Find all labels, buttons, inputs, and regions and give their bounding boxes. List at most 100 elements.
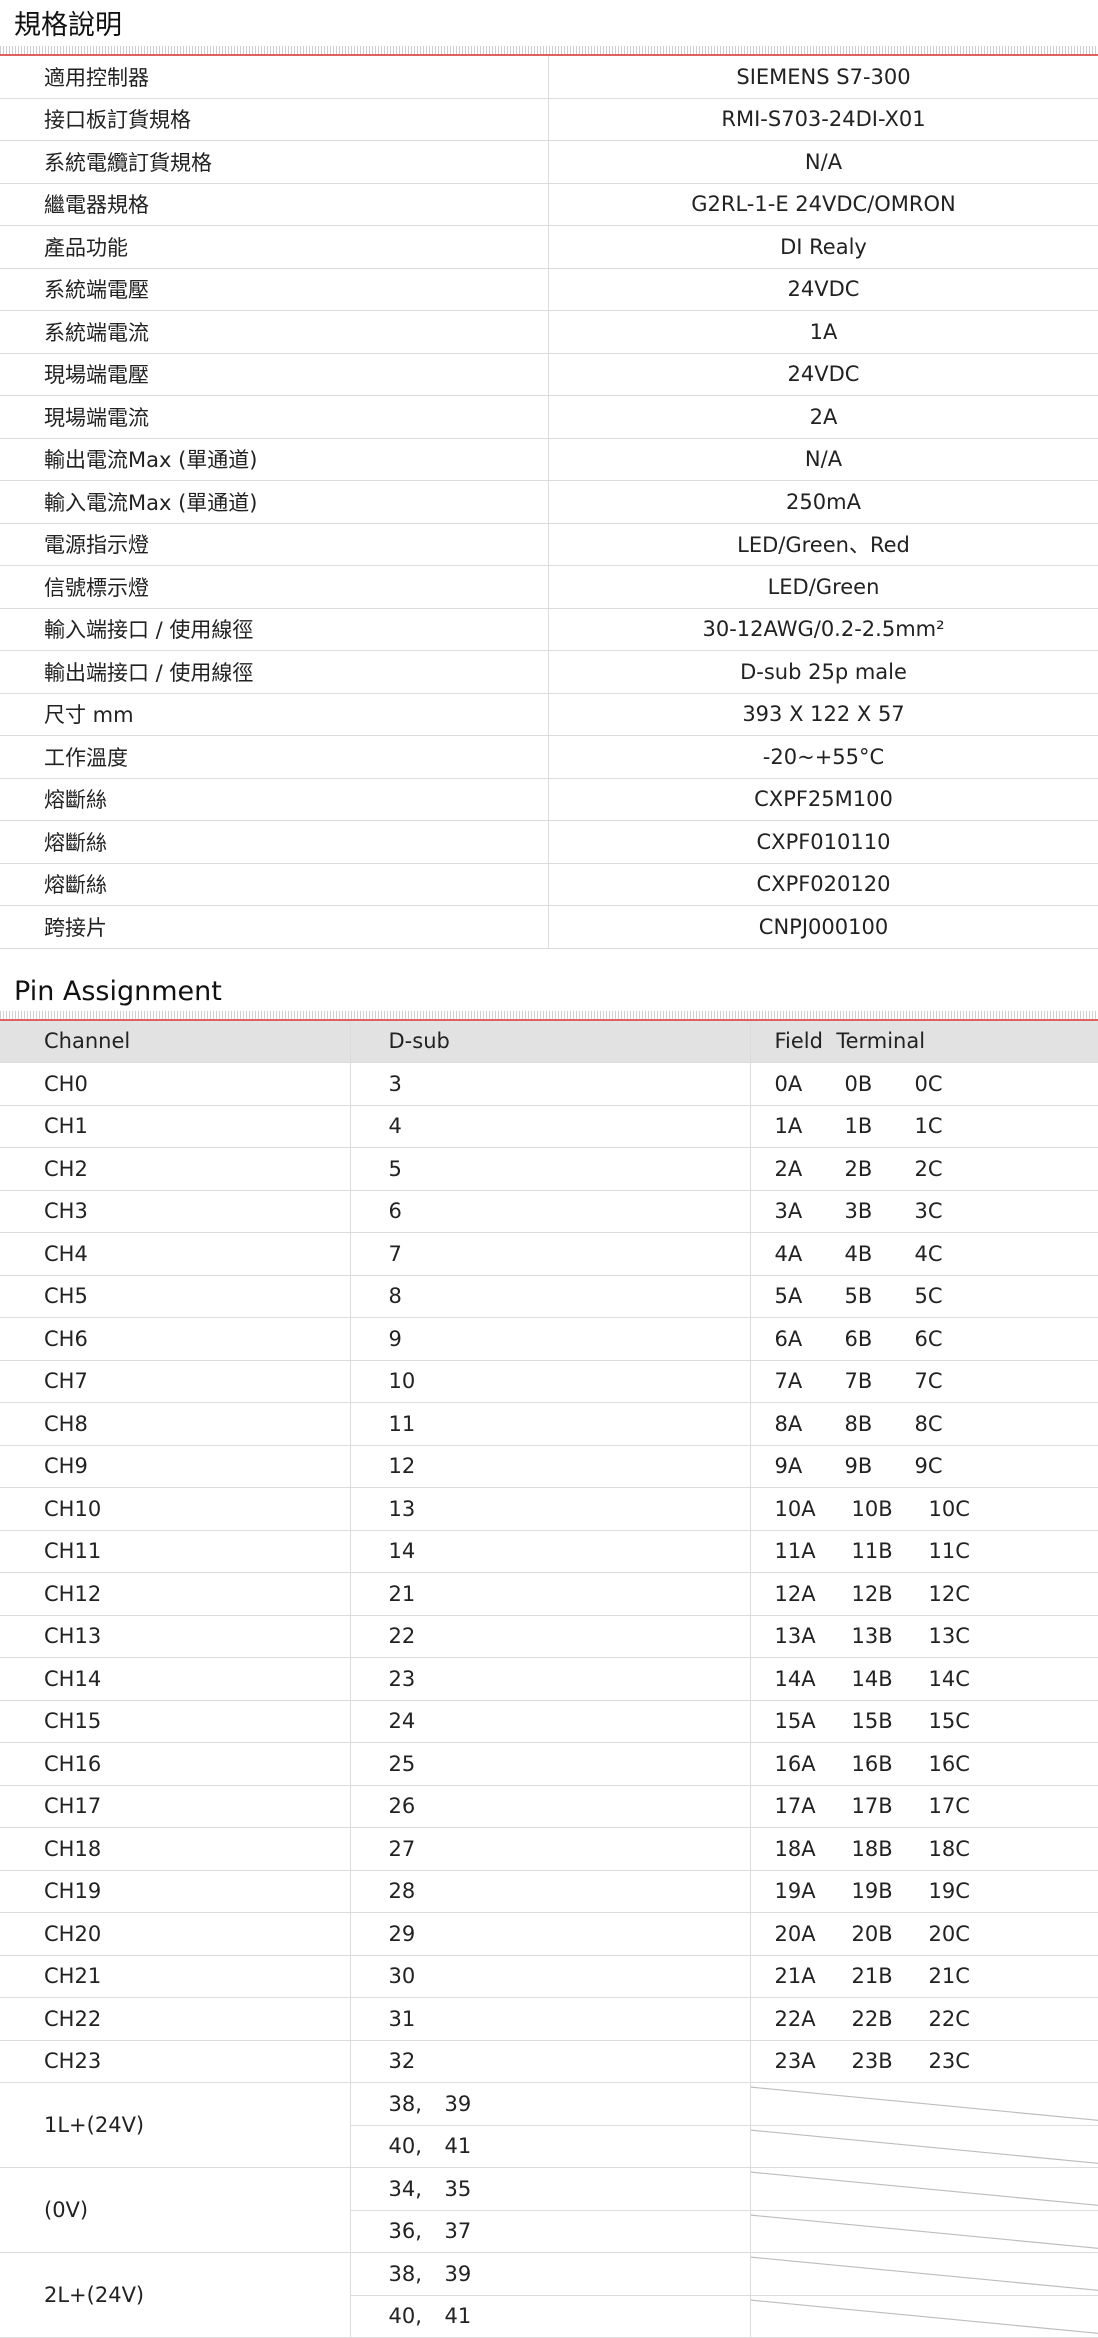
diagonal-slash bbox=[751, 2211, 1098, 2253]
dsub-cell: 14 bbox=[350, 1530, 750, 1573]
power-pin-first: 38, bbox=[389, 2092, 445, 2116]
power-row: (0V)34,35 bbox=[0, 2168, 1098, 2211]
terminal-c: 14C bbox=[929, 1667, 1006, 1691]
terminal-c: 19C bbox=[929, 1879, 1006, 1903]
field-terminal-cell: 4A4B4C bbox=[750, 1233, 1098, 1276]
pin-row: CH233223A23B23C bbox=[0, 2040, 1098, 2083]
terminal-b: 17B bbox=[852, 1794, 929, 1818]
spec-key: 繼電器規格 bbox=[0, 183, 549, 226]
terminal-c: 5C bbox=[915, 1284, 985, 1308]
pin-row: CH696A6B6C bbox=[0, 1318, 1098, 1361]
field-terminal-cell: 5A5B5C bbox=[750, 1275, 1098, 1318]
spec-key: 尺寸 mm bbox=[0, 693, 549, 736]
pin-row: CH8118A8B8C bbox=[0, 1403, 1098, 1446]
terminal-a: 20A bbox=[775, 1922, 852, 1946]
channel-cell: CH12 bbox=[0, 1573, 350, 1616]
field-terminal-cell: 9A9B9C bbox=[750, 1445, 1098, 1488]
terminal-c: 7C bbox=[915, 1369, 985, 1393]
field-terminal-cell: 10A10B10C bbox=[750, 1488, 1098, 1531]
channel-cell: CH14 bbox=[0, 1658, 350, 1701]
spec-key: 系統端電流 bbox=[0, 311, 549, 354]
dsub-cell: 29 bbox=[350, 1913, 750, 1956]
spec-value: LED/Green、Red bbox=[549, 523, 1098, 566]
spec-key: 輸入電流Max (單通道) bbox=[0, 481, 549, 524]
spec-key: 輸出電流Max (單通道) bbox=[0, 438, 549, 481]
terminal-c: 16C bbox=[929, 1752, 1006, 1776]
channel-cell: CH4 bbox=[0, 1233, 350, 1276]
terminal-a: 6A bbox=[775, 1327, 845, 1351]
channel-cell: CH9 bbox=[0, 1445, 350, 1488]
channel-cell: CH17 bbox=[0, 1785, 350, 1828]
field-terminal-cell: 14A14B14C bbox=[750, 1658, 1098, 1701]
spec-value: RMI-S703-24DI-X01 bbox=[549, 98, 1098, 141]
dsub-cell: 11 bbox=[350, 1403, 750, 1446]
dsub-cell: 5 bbox=[350, 1148, 750, 1191]
field-terminal-cell: 2A2B2C bbox=[750, 1148, 1098, 1191]
power-pin-first: 36, bbox=[389, 2219, 445, 2243]
spec-row: 熔斷絲CXPF25M100 bbox=[0, 778, 1098, 821]
terminal-c: 20C bbox=[929, 1922, 1006, 1946]
empty-field-cell bbox=[750, 2295, 1098, 2338]
terminal-b: 15B bbox=[852, 1709, 929, 1733]
spec-row: 繼電器規格G2RL-1-E 24VDC/OMRON bbox=[0, 183, 1098, 226]
spec-key: 熔斷絲 bbox=[0, 863, 549, 906]
pin-row: CH152415A15B15C bbox=[0, 1700, 1098, 1743]
pin-row: CH474A4B4C bbox=[0, 1233, 1098, 1276]
dsub-cell: 3 bbox=[350, 1063, 750, 1106]
power-row: 1L+(24V)38,39 bbox=[0, 2083, 1098, 2126]
spec-value: D-sub 25p male bbox=[549, 651, 1098, 694]
pin-row: CH202920A20B20C bbox=[0, 1913, 1098, 1956]
field-terminal-cell: 7A7B7C bbox=[750, 1360, 1098, 1403]
terminal-c: 12C bbox=[929, 1582, 1006, 1606]
spec-key: 輸入端接口 / 使用線徑 bbox=[0, 608, 549, 651]
terminal-a: 1A bbox=[775, 1114, 845, 1138]
power-pin-second: 41 bbox=[445, 2134, 472, 2158]
power-label: 1L+(24V) bbox=[0, 2083, 350, 2168]
pin-row: CH252A2B2C bbox=[0, 1148, 1098, 1191]
terminal-b: 6B bbox=[845, 1327, 915, 1351]
spec-key: 產品功能 bbox=[0, 226, 549, 269]
pin-row: CH111411A11B11C bbox=[0, 1530, 1098, 1573]
spec-row: 系統端電壓24VDC bbox=[0, 268, 1098, 311]
spec-key: 信號標示燈 bbox=[0, 566, 549, 609]
field-terminal-cell: 21A21B21C bbox=[750, 1955, 1098, 1998]
field-terminal-cell: 19A19B19C bbox=[750, 1870, 1098, 1913]
spec-key: 適用控制器 bbox=[0, 56, 549, 98]
spec-key: 輸出端接口 / 使用線徑 bbox=[0, 651, 549, 694]
pin-row: CH9129A9B9C bbox=[0, 1445, 1098, 1488]
field-terminal-cell: 8A8B8C bbox=[750, 1403, 1098, 1446]
terminal-a: 14A bbox=[775, 1667, 852, 1691]
terminal-a: 19A bbox=[775, 1879, 852, 1903]
spec-value: 1A bbox=[549, 311, 1098, 354]
pin-row: CH363A3B3C bbox=[0, 1190, 1098, 1233]
field-terminal-cell: 12A12B12C bbox=[750, 1573, 1098, 1616]
terminal-c: 13C bbox=[929, 1624, 1006, 1648]
spec-row: 工作溫度-20~+55°C bbox=[0, 736, 1098, 779]
terminal-c: 15C bbox=[929, 1709, 1006, 1733]
dsub-cell: 32 bbox=[350, 2040, 750, 2083]
spec-value: CXPF020120 bbox=[549, 863, 1098, 906]
section-divider bbox=[0, 1011, 1098, 1021]
spec-value: SIEMENS S7-300 bbox=[549, 56, 1098, 98]
spec-row: 系統端電流1A bbox=[0, 311, 1098, 354]
terminal-c: 11C bbox=[929, 1539, 1006, 1563]
dsub-cell: 9 bbox=[350, 1318, 750, 1361]
diagonal-slash bbox=[751, 2126, 1098, 2168]
terminal-a: 5A bbox=[775, 1284, 845, 1308]
terminal-a: 8A bbox=[775, 1412, 845, 1436]
terminal-b: 1B bbox=[845, 1114, 915, 1138]
spec-row: 跨接片CNPJ000100 bbox=[0, 906, 1098, 949]
power-pin-second: 41 bbox=[445, 2304, 472, 2328]
terminal-c: 8C bbox=[915, 1412, 985, 1436]
channel-cell: CH1 bbox=[0, 1105, 350, 1148]
header-channel: Channel bbox=[0, 1021, 350, 1063]
terminal-b: 10B bbox=[852, 1497, 929, 1521]
power-dsub-cell: 40,41 bbox=[350, 2295, 750, 2338]
field-terminal-cell: 13A13B13C bbox=[750, 1615, 1098, 1658]
terminal-b: 3B bbox=[845, 1199, 915, 1223]
spec-row: 熔斷絲CXPF020120 bbox=[0, 863, 1098, 906]
terminal-c: 9C bbox=[915, 1454, 985, 1478]
terminal-c: 17C bbox=[929, 1794, 1006, 1818]
spec-row: 系統電纜訂貨規格N/A bbox=[0, 141, 1098, 184]
spec-value: CNPJ000100 bbox=[549, 906, 1098, 949]
